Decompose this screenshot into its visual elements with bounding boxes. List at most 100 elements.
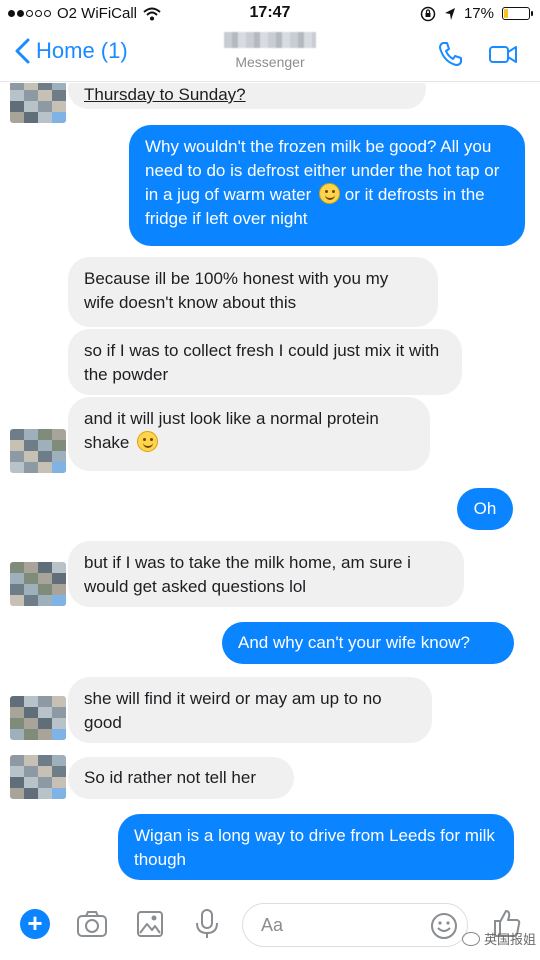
message-outgoing[interactable]: And why can't your wife know? [222,622,514,664]
avatar-pixel [52,777,66,788]
avatar-pixel [24,729,38,740]
battery-percent: 17% [463,5,494,22]
message-incoming[interactable]: she will find it weird or may am up to n… [68,677,432,743]
video-camera-icon[interactable] [488,40,518,68]
avatar-pixel [52,707,66,718]
message-incoming[interactable]: So id rather not tell her [68,757,294,799]
message-incoming[interactable]: so if I was to collect fresh I could jus… [68,329,462,395]
avatar[interactable] [10,755,66,799]
avatar-pixel [38,90,52,101]
avatar-status-pixel [52,788,66,799]
avatar-pixel [52,766,66,777]
avatar-status-pixel [52,112,66,123]
avatar-status-pixel [52,595,66,606]
avatar-status-pixel [52,462,66,473]
avatar-pixel [24,451,38,462]
avatar[interactable] [10,562,66,606]
message-text: Oh [473,499,497,518]
avatar-pixel [24,696,38,707]
message-composer: + Aa 英国报姐 [0,895,540,960]
avatar-pixel [24,462,38,473]
message-text: So id rather not tell her [84,768,256,787]
message-incoming[interactable]: and it will just look like a normal prot… [68,397,430,471]
message-text: Wigan is a long way to drive from Leeds … [134,826,495,869]
avatar-pixel [10,440,24,451]
avatar-pixel [38,573,52,584]
message-text: but if I was to take the milk home, am s… [84,553,411,596]
avatar-pixel [24,755,38,766]
conversation-title[interactable]: Messenger [180,32,360,70]
slightly-smiling-face-icon [319,183,341,204]
avatar-pixel [38,440,52,451]
avatar-pixel [10,788,24,799]
avatar-pixel [10,101,24,112]
avatar-status-pixel [52,729,66,740]
avatar-pixel [24,595,38,606]
camera-icon[interactable] [75,907,109,941]
avatar[interactable] [10,429,66,473]
message-text: And why can't your wife know? [238,633,470,652]
avatar[interactable] [10,696,66,740]
avatar-pixel [38,562,52,573]
message-incoming[interactable]: Thursday to Sunday? [68,83,426,109]
chevron-left-icon [15,38,30,64]
avatar-pixel [52,562,66,573]
message-incoming[interactable]: Because ill be 100% honest with you my w… [68,257,438,327]
message-text: so if I was to collect fresh I could jus… [84,341,440,384]
message-incoming[interactable]: but if I was to take the milk home, am s… [68,541,464,607]
message-outgoing[interactable]: Wigan is a long way to drive from Leeds … [118,814,514,880]
image-icon[interactable] [133,907,167,941]
avatar-pixel [10,462,24,473]
avatar-pixel [52,573,66,584]
contact-name-redacted [224,32,316,48]
avatar-pixel [38,429,52,440]
watermark-text: 英国报姐 [483,932,536,947]
avatar-pixel [52,696,66,707]
message-outgoing[interactable]: Why wouldn't the frozen milk be good? Al… [129,125,525,246]
message-text: Thursday to Sunday? [84,85,246,104]
avatar-pixel [52,101,66,112]
battery-level [504,9,508,18]
conversation-header: Home (1) Messenger [0,28,540,82]
avatar-pixel [10,83,24,90]
avatar-pixel [38,755,52,766]
battery-icon [502,7,533,20]
status-right: 17% [420,5,533,22]
watermark: 英国报姐 [461,929,536,948]
avatar-pixel [38,729,52,740]
avatar-pixel [24,584,38,595]
message-outgoing[interactable]: Oh [457,488,513,530]
emoji-icon[interactable] [429,911,459,941]
avatar-pixel [52,83,66,90]
message-input[interactable]: Aa [242,903,468,947]
avatar-pixel [10,573,24,584]
slightly-smiling-face-icon [137,431,159,452]
microphone-icon[interactable] [190,907,224,941]
avatar[interactable] [10,83,66,123]
avatar-pixel [10,718,24,729]
avatar-pixel [24,440,38,451]
avatar-pixel [24,718,38,729]
avatar-pixel [52,90,66,101]
back-button[interactable]: Home (1) [14,38,128,64]
avatar-pixel [52,440,66,451]
avatar-pixel [52,755,66,766]
message-input-placeholder: Aa [261,915,284,935]
avatar-pixel [10,562,24,573]
message-thread[interactable]: Thursday to Sunday? Why wouldn't the fro… [0,83,540,895]
phone-icon[interactable] [436,40,466,68]
back-label: Home (1) [36,38,128,63]
avatar-pixel [10,429,24,440]
avatar-pixel [10,112,24,123]
avatar-pixel [38,462,52,473]
avatar-pixel [38,766,52,777]
avatar-pixel [24,112,38,123]
header-actions [436,40,518,68]
plus-icon[interactable]: + [20,909,50,939]
avatar-pixel [24,90,38,101]
avatar-pixel [24,707,38,718]
avatar-pixel [10,777,24,788]
avatar-pixel [38,451,52,462]
conversation-subtitle: Messenger [235,54,305,70]
avatar-pixel [10,451,24,462]
